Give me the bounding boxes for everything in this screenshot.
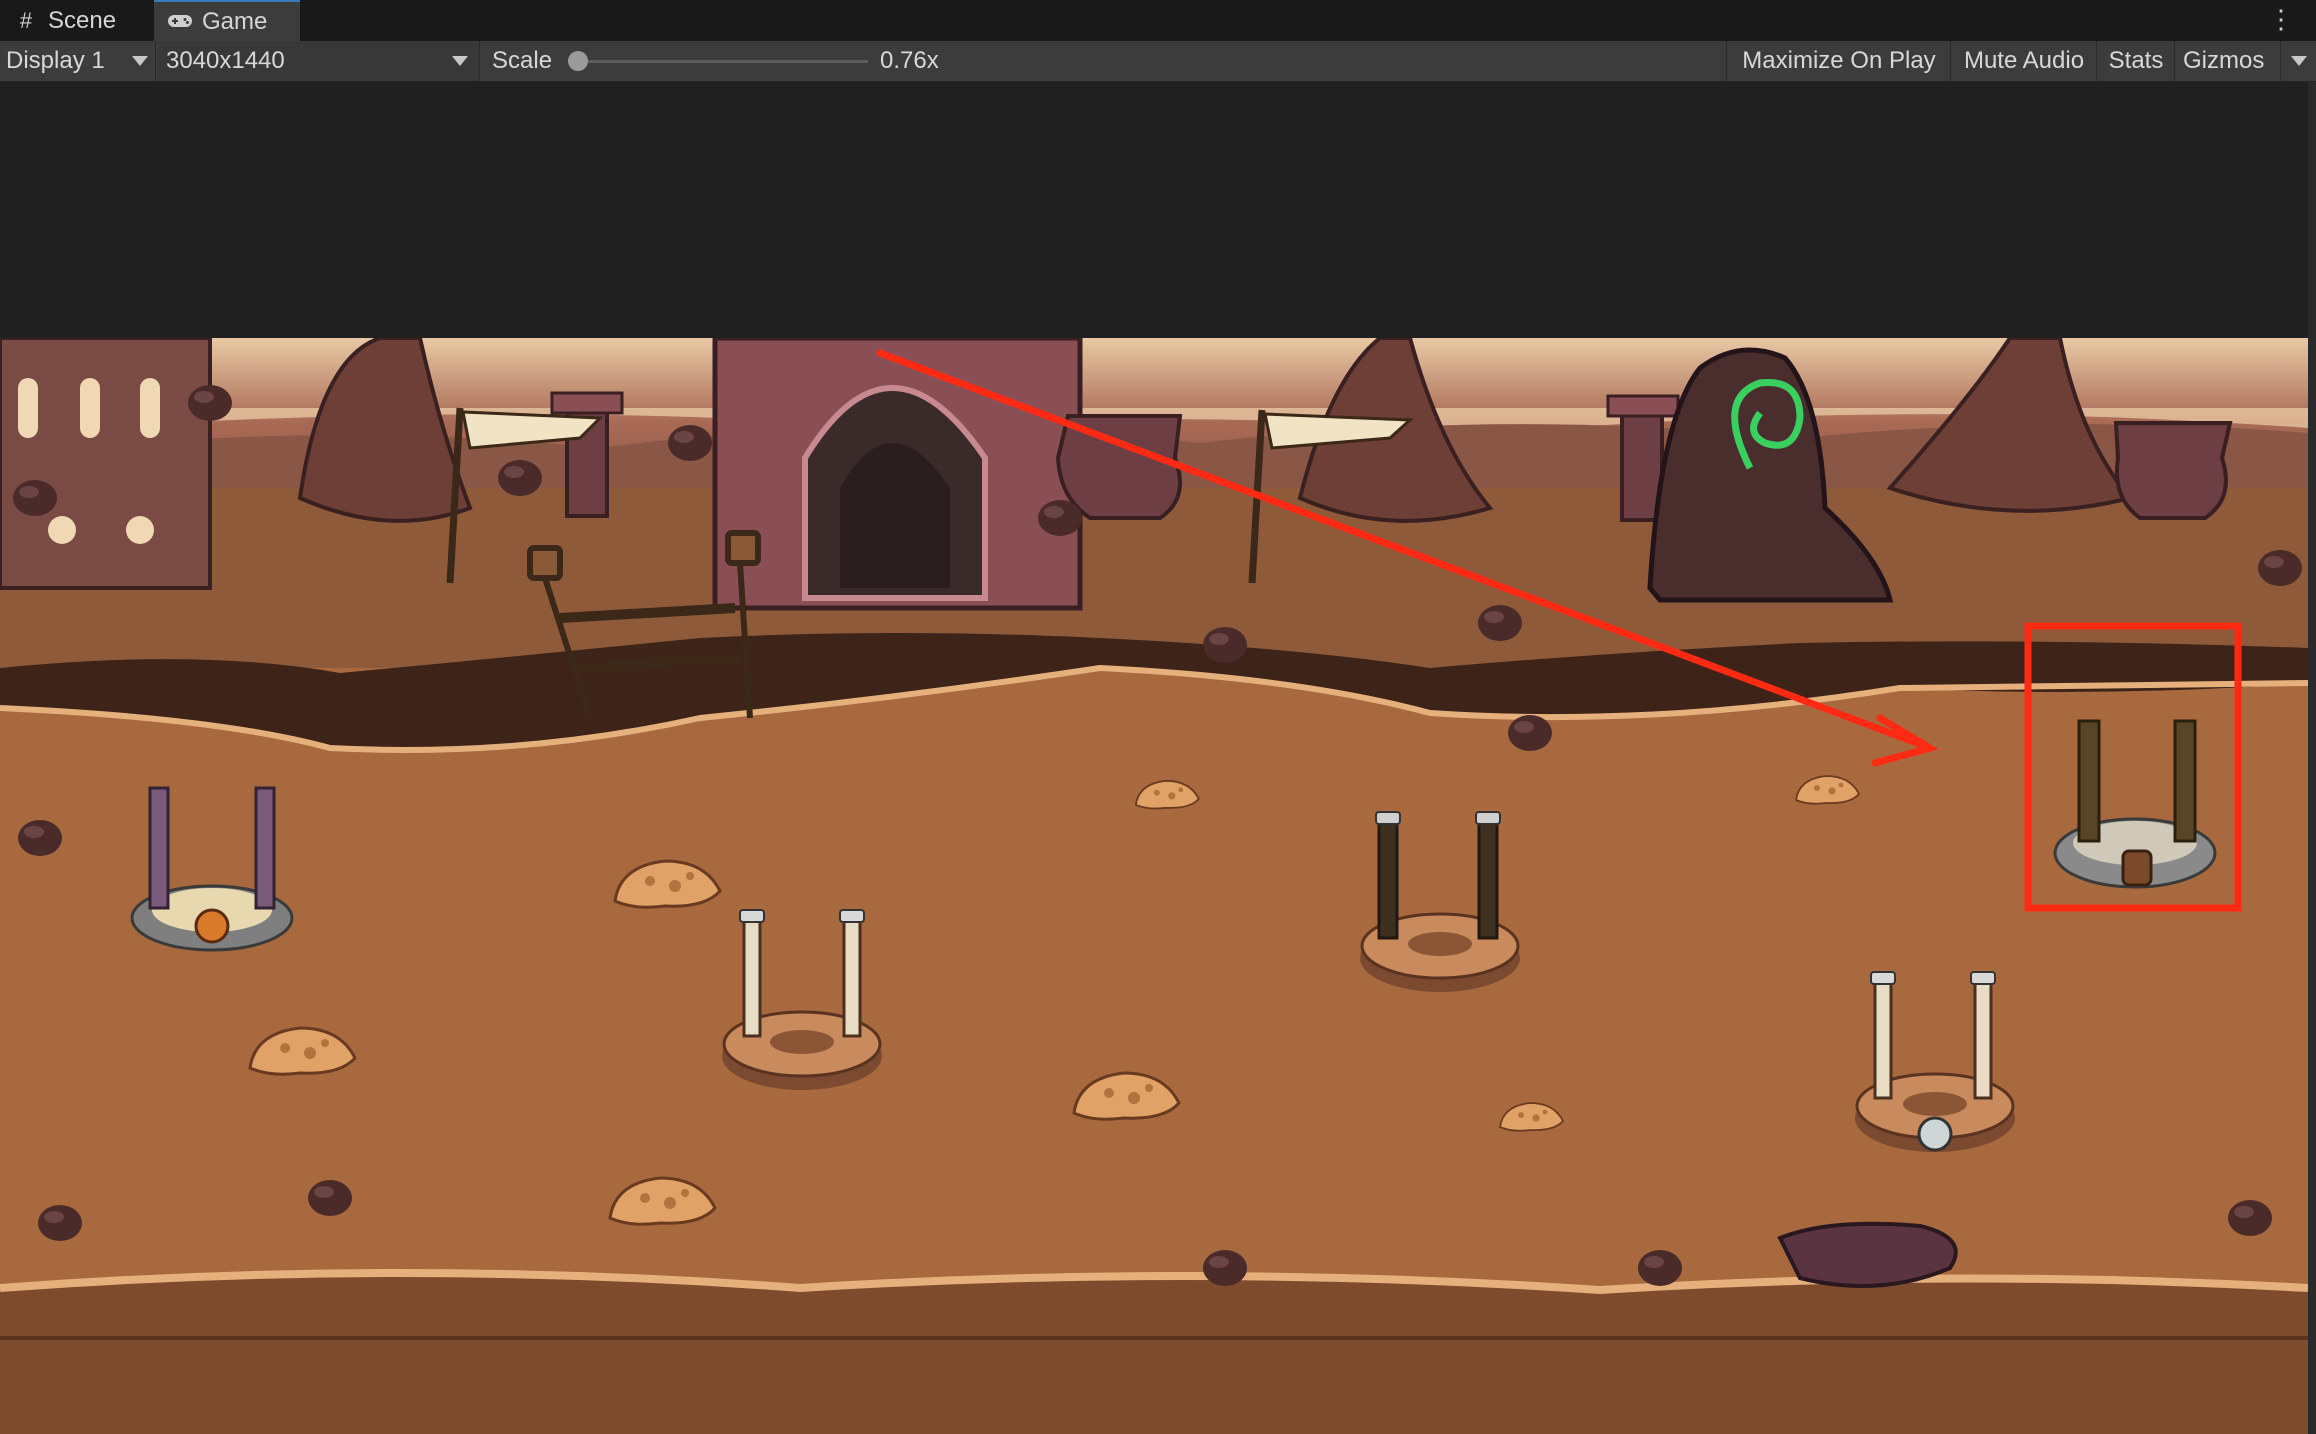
display-dropdown-label: Display 1 [6, 47, 105, 74]
mute-audio-button[interactable]: Mute Audio [1950, 41, 2097, 81]
stats-button[interactable]: Stats [2096, 41, 2175, 81]
more-options-icon[interactable]: ⋮ [2268, 2, 2294, 36]
grid-icon: # [19, 7, 33, 33]
display-dropdown[interactable]: Display 1 [0, 41, 156, 81]
scale-label: Scale [492, 47, 553, 74]
resolution-dropdown[interactable]: 3040x1440 [158, 41, 480, 81]
window-tab-bar: # Scene Game ⋮ [0, 0, 2316, 41]
chevron-down-icon [452, 56, 468, 66]
chevron-down-icon [132, 56, 148, 66]
chevron-down-icon [2291, 56, 2307, 66]
tab-scene-label: Scene [48, 6, 117, 34]
game-viewport[interactable] [0, 338, 2308, 1434]
tab-scene[interactable]: # Scene [0, 0, 152, 41]
tab-game-label: Game [202, 7, 268, 35]
vertical-scrollbar[interactable] [2308, 82, 2316, 1434]
scale-slider-handle[interactable] [568, 51, 588, 71]
gizmos-dropdown[interactable] [2280, 41, 2316, 81]
maximize-on-play-button[interactable]: Maximize On Play [1726, 41, 1951, 81]
resolution-dropdown-label: 3040x1440 [166, 47, 285, 74]
gamepad-icon [166, 9, 194, 35]
scale-value: 0.76x [880, 47, 939, 74]
tab-game[interactable]: Game [154, 0, 300, 41]
scale-slider-track[interactable] [578, 60, 868, 63]
gizmos-button[interactable]: Gizmos [2174, 41, 2274, 81]
